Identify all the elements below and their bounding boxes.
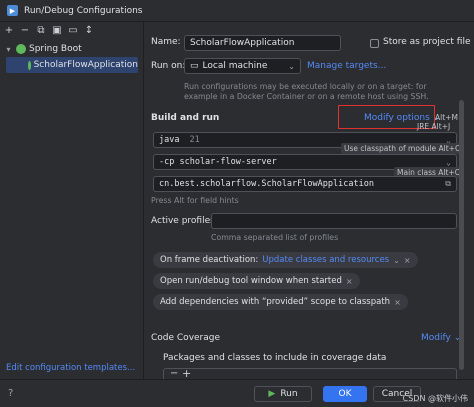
run-on-label: Run on: bbox=[151, 61, 186, 71]
configurations-sidebar: + − ⧉ ▣ ▭ ↕ ▾ Spring Boot ScholarFlowApp… bbox=[0, 22, 144, 407]
watermark: CSDN @软件小伟 bbox=[402, 394, 468, 403]
store-project-label: Store as project file bbox=[383, 37, 471, 47]
ok-button[interactable]: OK bbox=[323, 386, 367, 402]
manage-targets-link[interactable]: Manage targets... bbox=[307, 61, 386, 71]
tree-item-label: Spring Boot bbox=[29, 44, 82, 54]
computer-icon: ▭ bbox=[190, 61, 199, 71]
run-on-dropdown[interactable]: ▭ Local machine ⌄ bbox=[184, 58, 301, 74]
form-scrollbar[interactable] bbox=[459, 100, 464, 370]
store-project-checkbox[interactable] bbox=[370, 39, 379, 48]
active-profiles-input[interactable] bbox=[211, 213, 457, 229]
spring-boot-icon bbox=[16, 44, 26, 54]
main-class-input[interactable]: cn.best.scholarflow.ScholarFlowApplicati… bbox=[153, 176, 457, 192]
jre-version: 21 bbox=[189, 135, 200, 145]
alt-m-hint: Alt+M bbox=[435, 113, 458, 122]
run-label: Run bbox=[280, 389, 298, 399]
provided-scope-chip[interactable]: Add dependencies with “provided” scope t… bbox=[153, 294, 408, 310]
jre-shortcut-hint: JRE Alt+J bbox=[417, 122, 451, 131]
close-icon[interactable]: × bbox=[346, 277, 353, 286]
copy-icon[interactable]: ⧉ bbox=[36, 26, 46, 36]
save-icon[interactable]: ▣ bbox=[52, 26, 62, 36]
close-icon[interactable]: × bbox=[394, 298, 401, 307]
run-hint-line1: Run configurations may be executed local… bbox=[184, 82, 427, 91]
name-input[interactable]: ScholarFlowApplication bbox=[184, 35, 341, 51]
tree-item-label: ScholarFlowApplication bbox=[33, 60, 138, 70]
classpath-value: -cp scholar-flow-server bbox=[159, 157, 277, 167]
remove-icon[interactable]: − bbox=[20, 26, 30, 36]
tree-item-spring-boot[interactable]: ▾ Spring Boot bbox=[4, 42, 140, 56]
field-hints-text: Press Alt for field hints bbox=[151, 196, 239, 205]
sidebar-toolbar: + − ⧉ ▣ ▭ ↕ bbox=[0, 22, 143, 40]
coverage-modify-link[interactable]: Modify ⌄ bbox=[421, 333, 461, 343]
spring-app-icon bbox=[28, 60, 31, 70]
close-icon[interactable]: × bbox=[404, 256, 411, 265]
frame-deactivation-chip[interactable]: On frame deactivation: Update classes an… bbox=[153, 252, 418, 268]
title-bar: ▶ Run/Debug Configurations bbox=[0, 0, 474, 22]
browse-icon[interactable]: ⧉ bbox=[445, 179, 451, 189]
window-title: Run/Debug Configurations bbox=[24, 5, 143, 16]
main-class-value: cn.best.scholarflow.ScholarFlowApplicati… bbox=[159, 179, 374, 189]
run-on-value: Local machine bbox=[202, 61, 268, 71]
run-button[interactable]: ▶ Run bbox=[254, 386, 312, 402]
configuration-form: Name: ScholarFlowApplication Store as pr… bbox=[145, 22, 474, 407]
tree-item-scholarflow[interactable]: ScholarFlowApplication bbox=[6, 57, 138, 73]
open-tool-window-chip[interactable]: Open run/debug tool window when started … bbox=[153, 273, 360, 289]
add-icon[interactable]: + bbox=[4, 26, 14, 36]
app-icon: ▶ bbox=[7, 5, 18, 16]
help-icon[interactable]: ? bbox=[8, 388, 13, 399]
active-profiles-label: Active profiles: bbox=[151, 216, 218, 226]
chip-label: Add dependencies with “provided” scope t… bbox=[160, 297, 391, 307]
profiles-hint: Comma separated list of profiles bbox=[211, 233, 339, 242]
edit-templates-link[interactable]: Edit configuration templates... bbox=[6, 363, 135, 373]
chevron-down-icon[interactable]: ⌄ bbox=[393, 256, 400, 265]
run-icon: ▶ bbox=[268, 389, 276, 399]
remove-icon[interactable]: − bbox=[170, 368, 178, 379]
coverage-modify-text: Modify bbox=[421, 333, 451, 343]
jre-value: java bbox=[159, 135, 180, 145]
chevron-down-icon: ⌄ bbox=[446, 157, 451, 167]
build-run-heading: Build and run bbox=[151, 113, 220, 123]
dialog-button-bar: ? ▶ Run OK Cancel CSDN @软件小伟 bbox=[0, 379, 474, 407]
folder-icon[interactable]: ▭ bbox=[68, 26, 78, 36]
chevron-down-icon[interactable]: ▾ bbox=[4, 45, 13, 54]
chip-label: Open run/debug tool window when started bbox=[160, 276, 342, 286]
run-hint-line2: example in a Docker Container or on a re… bbox=[184, 92, 429, 101]
sort-icon[interactable]: ↕ bbox=[84, 26, 94, 36]
code-coverage-heading: Code Coverage bbox=[151, 333, 221, 343]
classpath-tooltip: Use classpath of module Alt+C bbox=[341, 143, 464, 154]
chevron-down-icon: ⌄ bbox=[288, 61, 295, 71]
packages-label: Packages and classes to include in cover… bbox=[163, 353, 387, 363]
name-value: ScholarFlowApplication bbox=[190, 38, 295, 48]
name-label: Name: bbox=[151, 37, 181, 47]
chip-prefix: On frame deactivation: bbox=[160, 255, 259, 265]
update-classes-link[interactable]: Update classes and resources bbox=[262, 255, 389, 265]
